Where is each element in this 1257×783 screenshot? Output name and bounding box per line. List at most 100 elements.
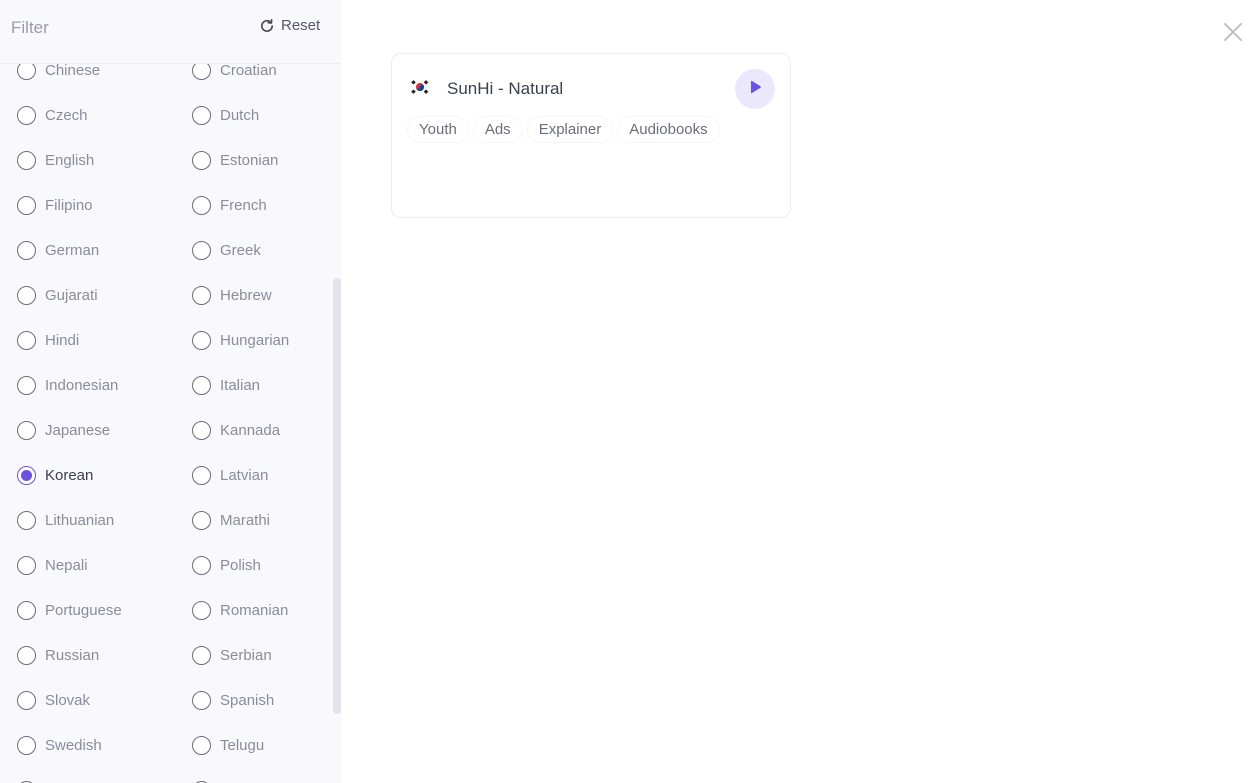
language-option-greek[interactable]: Greek — [192, 241, 261, 260]
language-list: Chinese Croatian Czech Dutch English Estonian… — [0, 47, 341, 783]
language-option-estonian[interactable]: Estonian — [192, 151, 278, 170]
radio-button[interactable] — [192, 556, 211, 575]
language-option-lithuanian[interactable]: Lithuanian — [17, 511, 114, 530]
radio-button[interactable] — [17, 466, 36, 485]
language-label: Croatian — [220, 62, 277, 79]
radio-button[interactable] — [192, 511, 211, 530]
language-option-italian[interactable]: Italian — [192, 376, 260, 395]
language-label: Latvian — [220, 467, 269, 484]
close-button[interactable] — [1222, 21, 1244, 43]
tag-audiobooks[interactable]: Audiobooks — [617, 116, 720, 143]
sidebar-scrollbar[interactable] — [333, 278, 341, 714]
language-option-gujarati[interactable]: Gujarati — [17, 286, 98, 305]
radio-button[interactable] — [192, 106, 211, 125]
language-option-korean[interactable]: Korean — [17, 466, 93, 485]
language-label: Marathi — [220, 512, 271, 529]
voice-tags: Youth Ads Explainer Audiobooks — [407, 116, 720, 143]
radio-button[interactable] — [17, 331, 36, 350]
language-option-hindi[interactable]: Hindi — [17, 331, 79, 350]
language-option-slovak[interactable]: Slovak — [17, 691, 90, 710]
radio-button[interactable] — [17, 196, 36, 215]
radio-button[interactable] — [17, 601, 36, 620]
language-label: German — [45, 242, 100, 259]
language-label: Nepali — [45, 557, 88, 574]
radio-button[interactable] — [17, 151, 36, 170]
language-option-indonesian[interactable]: Indonesian — [17, 376, 118, 395]
radio-button[interactable] — [17, 286, 36, 305]
language-option-dutch[interactable]: Dutch — [192, 106, 259, 125]
radio-button[interactable] — [192, 421, 211, 440]
language-label: Gujarati — [45, 287, 98, 304]
radio-button[interactable] — [17, 691, 36, 710]
filter-header: Filter Reset — [0, 0, 341, 64]
language-option-russian[interactable]: Russian — [17, 646, 99, 665]
language-label: Hindi — [45, 332, 80, 349]
language-row: Russian Serbian — [0, 632, 341, 677]
language-label: Greek — [220, 242, 261, 259]
language-option-german[interactable]: German — [17, 241, 99, 260]
radio-button[interactable] — [17, 646, 36, 665]
language-label: Indonesian — [45, 377, 119, 394]
radio-button[interactable] — [192, 151, 211, 170]
radio-button[interactable] — [17, 736, 36, 755]
language-row: German Greek — [0, 227, 341, 272]
language-row: Czech Dutch — [0, 92, 341, 137]
language-option-swedish[interactable]: Swedish — [17, 736, 102, 755]
filter-sidebar: Filter Reset Chinese Croatian Czech Dutch En… — [0, 0, 341, 783]
close-icon — [1222, 23, 1244, 47]
language-row — [0, 767, 341, 783]
language-row: Nepali Polish — [0, 542, 341, 587]
language-label: Spanish — [220, 692, 275, 709]
reset-label: Reset — [281, 17, 321, 34]
language-label: Serbian — [220, 647, 272, 664]
language-row: Japanese Kannada — [0, 407, 341, 452]
play-button[interactable] — [735, 69, 775, 109]
radio-button[interactable] — [17, 556, 36, 575]
language-label: Hebrew — [220, 287, 272, 304]
language-option-french[interactable]: French — [192, 196, 267, 215]
radio-button[interactable] — [192, 736, 211, 755]
language-option-kannada[interactable]: Kannada — [192, 421, 280, 440]
radio-button[interactable] — [192, 646, 211, 665]
radio-button[interactable] — [17, 241, 36, 260]
language-label: Polish — [220, 557, 261, 574]
radio-button[interactable] — [17, 511, 36, 530]
radio-button[interactable] — [192, 286, 211, 305]
language-option-serbian[interactable]: Serbian — [192, 646, 272, 665]
language-row: Portuguese Romanian — [0, 587, 341, 632]
radio-button[interactable] — [192, 376, 211, 395]
radio-button[interactable] — [17, 376, 36, 395]
radio-button[interactable] — [192, 601, 211, 620]
language-option-hebrew[interactable]: Hebrew — [192, 286, 272, 305]
language-option-filipino[interactable]: Filipino — [17, 196, 93, 215]
radio-button[interactable] — [192, 331, 211, 350]
tag-youth[interactable]: Youth — [407, 116, 469, 143]
language-row: Lithuanian Marathi — [0, 497, 341, 542]
radio-button[interactable] — [192, 691, 211, 710]
language-option-romanian[interactable]: Romanian — [192, 601, 288, 620]
language-option-japanese[interactable]: Japanese — [17, 421, 110, 440]
radio-button[interactable] — [192, 196, 211, 215]
language-label: Telugu — [220, 737, 265, 754]
reset-button[interactable]: Reset — [259, 17, 320, 34]
language-option-nepali[interactable]: Nepali — [17, 556, 88, 575]
language-option-telugu[interactable]: Telugu — [192, 736, 264, 755]
language-option-latvian[interactable]: Latvian — [192, 466, 268, 485]
language-row: Indonesian Italian — [0, 362, 341, 407]
language-option-english[interactable]: English — [17, 151, 94, 170]
voice-card[interactable]: SunHi - Natural Youth Ads Explainer Audi… — [391, 53, 791, 218]
tag-explainer[interactable]: Explainer — [526, 116, 614, 143]
language-option-spanish[interactable]: Spanish — [192, 691, 274, 710]
language-option-hungarian[interactable]: Hungarian — [192, 331, 289, 350]
radio-button[interactable] — [192, 241, 211, 260]
radio-button[interactable] — [192, 466, 211, 485]
tag-ads[interactable]: Ads — [472, 116, 523, 143]
language-option-portuguese[interactable]: Portuguese — [17, 601, 122, 620]
language-option-polish[interactable]: Polish — [192, 556, 261, 575]
language-option-czech[interactable]: Czech — [17, 106, 88, 125]
radio-button[interactable] — [17, 421, 36, 440]
radio-button[interactable] — [17, 106, 36, 125]
language-label: Portuguese — [45, 602, 122, 619]
language-option-marathi[interactable]: Marathi — [192, 511, 270, 530]
language-label: Czech — [45, 107, 88, 124]
